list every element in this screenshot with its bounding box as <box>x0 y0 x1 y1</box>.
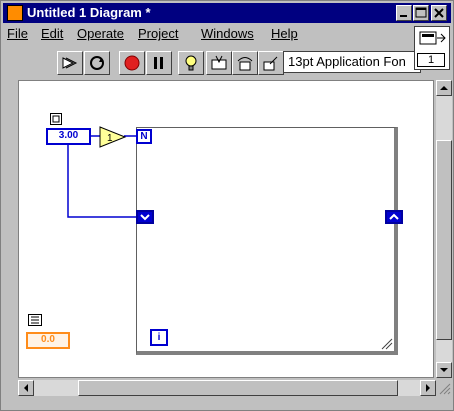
orange-constant[interactable]: 0.0 <box>26 332 70 349</box>
chevron-down-icon <box>440 368 448 372</box>
wires <box>67 135 136 218</box>
horizontal-scroll-thumb[interactable] <box>78 380 398 396</box>
label-glyph-icon <box>52 115 60 123</box>
chevron-right-icon <box>426 384 430 392</box>
constant-label-tag[interactable] <box>50 113 62 125</box>
loop-count-terminal[interactable]: N <box>136 129 152 144</box>
size-grip[interactable] <box>436 380 452 396</box>
right-tunnel[interactable] <box>385 210 403 224</box>
wire-const-to-tunnel <box>67 144 136 218</box>
orange-label-tag[interactable] <box>28 314 42 326</box>
scroll-down-button[interactable] <box>436 362 452 378</box>
decrement-node-label: 1 <box>107 133 113 144</box>
iteration-terminal[interactable]: i <box>150 329 168 346</box>
scroll-right-button[interactable] <box>420 380 436 396</box>
tunnel-arrow-icon <box>140 214 150 221</box>
left-tunnel[interactable] <box>136 210 154 224</box>
numeric-constant[interactable]: 3.00 <box>46 128 91 145</box>
chevron-left-icon <box>24 384 28 392</box>
tunnel-arrow-icon <box>389 213 399 220</box>
vertical-scrollbar[interactable] <box>436 80 452 378</box>
chevron-up-icon <box>440 86 448 90</box>
vertical-scroll-thumb[interactable] <box>436 140 452 340</box>
decrement-node[interactable]: 1 <box>99 126 127 148</box>
scroll-left-button[interactable] <box>18 380 34 396</box>
size-grip-icon <box>439 383 451 395</box>
horizontal-scrollbar[interactable] <box>18 380 436 396</box>
scroll-up-button[interactable] <box>436 80 452 96</box>
label-glyph-icon <box>31 316 39 324</box>
